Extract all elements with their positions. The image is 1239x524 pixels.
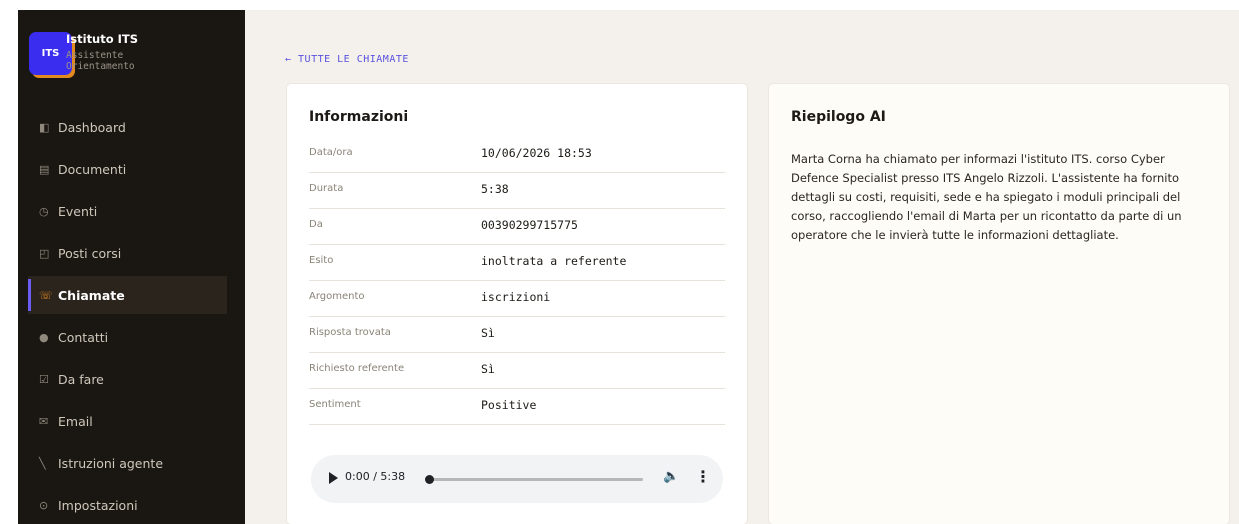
info-row-value: 5:38 — [481, 182, 509, 196]
mail-icon: ✉ — [39, 414, 49, 428]
dashboard-icon: ◧ — [39, 120, 50, 134]
info-row-value: 10/06/2026 18:53 — [481, 146, 592, 160]
info-title: Informazioni — [309, 109, 409, 125]
sidebar-item-email[interactable]: ✉ Email — [28, 402, 227, 440]
contacts-icon: ● — [39, 330, 49, 344]
main-content: ← TUTTE LE CHIAMATE Informazioni Data/or… — [245, 10, 1239, 524]
info-row: Da 00390299715775 — [309, 209, 725, 245]
sidebar-item-label: Documenti — [58, 161, 127, 177]
info-row: Durata 5:38 — [309, 173, 725, 209]
info-row-label: Sentiment — [309, 399, 361, 410]
sidebar-item-label: Chiamate — [58, 287, 125, 303]
info-row: Data/ora 10/06/2026 18:53 — [309, 137, 725, 173]
sidebar-item-label: Da fare — [58, 371, 104, 387]
info-row: Esito inoltrata a referente — [309, 245, 725, 281]
brand: ITS Istituto ITS Assistente Orientamento — [29, 32, 239, 88]
ai-summary-title: Riepilogo AI — [791, 109, 886, 125]
info-row-label: Durata — [309, 183, 344, 194]
info-row-label: Risposta trovata — [309, 327, 391, 338]
audio-progress-knob[interactable] — [425, 475, 434, 484]
info-row-value: 00390299715775 — [481, 218, 578, 232]
info-row: Risposta trovata Sì — [309, 317, 725, 353]
sidebar-item-posti-corsi[interactable]: ◰ Posti corsi — [28, 234, 227, 272]
clock-icon: ◷ — [39, 204, 49, 218]
sidebar: ITS Istituto ITS Assistente Orientamento… — [18, 10, 245, 524]
volume-icon[interactable]: 🔈 — [663, 469, 679, 484]
info-row-value: inoltrata a referente — [481, 254, 627, 268]
phone-icon: ☏ — [39, 288, 53, 302]
audio-time: 0:00 / 5:38 — [345, 470, 406, 483]
documents-icon: ▤ — [39, 162, 50, 176]
sidebar-item-label: Istruzioni agente — [58, 455, 164, 471]
sidebar-item-label: Contatti — [58, 329, 109, 345]
more-options-icon[interactable]: ⋮ — [695, 467, 711, 486]
sidebar-item-eventi[interactable]: ◷ Eventi — [28, 192, 227, 230]
info-row-label: Esito — [309, 255, 334, 266]
info-row-value: iscrizioni — [481, 290, 551, 304]
info-row-value: Sì — [481, 362, 495, 376]
sidebar-item-istruzioni-agente[interactable]: ╲ Istruzioni agente — [28, 444, 227, 482]
sidebar-item-label: Posti corsi — [58, 245, 122, 261]
checkbox-icon: ☑ — [39, 372, 49, 386]
sidebar-item-dashboard[interactable]: ◧ Dashboard — [28, 108, 227, 146]
info-row: Sentiment Positive — [309, 389, 725, 425]
info-row: Richiesto referente Sì — [309, 353, 725, 389]
audio-player[interactable]: 0:00 / 5:38 🔈 ⋮ — [311, 455, 723, 503]
info-row-value: Positive — [481, 398, 537, 412]
sidebar-item-label: Eventi — [58, 203, 98, 219]
back-to-calls-link[interactable]: ← TUTTE LE CHIAMATE — [285, 54, 409, 65]
sidebar-item-chiamate[interactable]: ☏ Chiamate — [28, 276, 227, 314]
sidebar-item-label: Impostazioni — [58, 497, 138, 513]
sidebar-item-label: Dashboard — [58, 119, 126, 135]
audio-progress-track[interactable] — [429, 478, 643, 481]
sidebar-item-label: Email — [58, 413, 93, 429]
sidebar-item-da-fare[interactable]: ☑ Da fare — [28, 360, 227, 398]
ai-summary-text: Marta Corna ha chiamato per informazi l'… — [791, 152, 1182, 242]
info-row-value: Sì — [481, 326, 495, 340]
sidebar-item-impostazioni[interactable]: ⊙ Impostazioni — [28, 486, 227, 524]
info-row-label: Data/ora — [309, 147, 353, 158]
settings-icon: ⊙ — [39, 498, 49, 512]
info-row-label: Argomento — [309, 291, 365, 302]
info-row: Argomento iscrizioni — [309, 281, 725, 317]
sidebar-item-contatti[interactable]: ● Contatti — [28, 318, 227, 356]
brand-subtitle: Assistente Orientamento — [66, 50, 135, 72]
ai-summary-card: Riepilogo AI Marta Corna ha chiamato per… — [769, 84, 1229, 524]
brand-title: Istituto ITS — [66, 32, 139, 46]
info-row-label: Da — [309, 219, 323, 230]
sidebar-item-documenti[interactable]: ▤ Documenti — [28, 150, 227, 188]
info-row-label: Richiesto referente — [309, 363, 405, 374]
play-icon[interactable] — [329, 472, 338, 484]
pen-icon: ╲ — [39, 456, 46, 470]
info-card: Informazioni Data/ora 10/06/2026 18:53 Dur… — [287, 84, 747, 524]
seats-icon: ◰ — [39, 246, 50, 260]
